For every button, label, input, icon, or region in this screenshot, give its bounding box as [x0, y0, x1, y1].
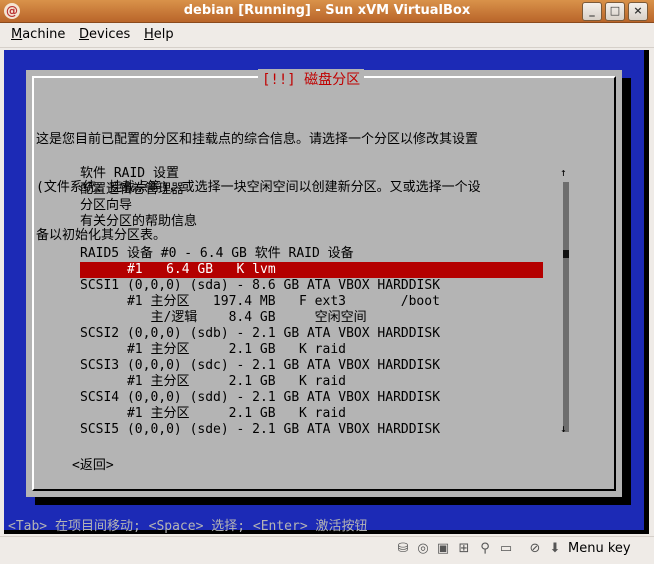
- capture-icon: ⬇: [549, 541, 561, 556]
- device-scsi3-sdc[interactable]: SCSI3 (0,0,0) (sdc) - 2.1 GB ATA VBOX HA…: [80, 358, 440, 374]
- menu-devices[interactable]: Devices: [79, 27, 130, 42]
- device-scsi4-sdd[interactable]: SCSI4 (0,0,0) (sdd) - 2.1 GB ATA VBOX HA…: [80, 390, 440, 406]
- free-space-sda[interactable]: 主/逻辑 8.4 GB 空闲空间: [80, 310, 366, 326]
- window-title: debian [Running] - Sun xVM VirtualBox: [183, 3, 471, 18]
- dialog-title: [!!] 磁盘分区: [258, 69, 365, 89]
- installer-background: [!!] 磁盘分区 这是您目前已配置的分区和挂载点的综合信息。请选择一个分区以修…: [4, 50, 644, 534]
- shared-folder-icon[interactable]: ▭: [498, 541, 514, 557]
- partition-sda1-boot[interactable]: #1 主分区 197.4 MB F ext3 /boot: [80, 294, 440, 310]
- window-titlebar[interactable]: @ debian [Running] - Sun xVM VirtualBox …: [0, 0, 654, 23]
- statusbar: ⛁ ◎ ▣ ⊞ ⚲ ▭ ⊘ ⬇ Menu key: [0, 536, 654, 564]
- keyboard-help-line: <Tab> 在项目间移动; <Space> 选择; <Enter> 激活按钮: [8, 519, 368, 534]
- menu-guided-partitioning[interactable]: 分区向导: [80, 198, 132, 214]
- scrollbar-thumb[interactable]: [563, 250, 569, 258]
- mouse-integration-icon[interactable]: ⊘: [527, 541, 543, 557]
- partition-sdb1-raid[interactable]: #1 主分区 2.1 GB K raid: [80, 342, 346, 358]
- scroll-down-arrow-icon[interactable]: ↓: [560, 422, 567, 435]
- partition-sdd1-raid[interactable]: #1 主分区 2.1 GB K raid: [80, 406, 346, 422]
- partition-dialog: [!!] 磁盘分区 这是您目前已配置的分区和挂载点的综合信息。请选择一个分区以修…: [26, 69, 622, 497]
- host-key-label: Menu key: [568, 541, 631, 556]
- close-button[interactable]: ×: [628, 2, 648, 21]
- menu-machine[interactable]: Machine: [11, 27, 65, 42]
- scroll-up-arrow-icon[interactable]: ↑: [560, 166, 567, 179]
- device-scsi5-sde[interactable]: SCSI5 (0,0,0) (sde) - 2.1 GB ATA VBOX HA…: [80, 422, 440, 438]
- minimize-button[interactable]: _: [582, 2, 602, 21]
- partition-sdc1-raid[interactable]: #1 主分区 2.1 GB K raid: [80, 374, 346, 390]
- description-line: 备以初始化其分区表。: [36, 228, 167, 243]
- menu-configure-lvm[interactable]: 配置逻辑卷管理器: [80, 182, 184, 198]
- menu-partition-help[interactable]: 有关分区的帮助信息: [80, 214, 197, 230]
- partition-raid5-1-selected[interactable]: #1 6.4 GB K lvm: [80, 262, 543, 278]
- usb-icon[interactable]: ⚲: [477, 541, 493, 557]
- menubar: Machine Devices Help: [0, 23, 654, 48]
- description-line: 这是您目前已配置的分区和挂载点的综合信息。请选择一个分区以修改其设置: [36, 132, 479, 147]
- cdrom-icon[interactable]: ◎: [415, 541, 431, 557]
- back-button[interactable]: <返回>: [72, 454, 114, 473]
- maximize-button[interactable]: □: [605, 2, 625, 21]
- device-raid5[interactable]: RAID5 设备 #0 - 6.4 GB 软件 RAID 设备: [80, 246, 354, 262]
- floppy-icon[interactable]: ▣: [435, 541, 451, 557]
- scrollbar-track[interactable]: [563, 182, 569, 432]
- vm-display[interactable]: [!!] 磁盘分区 这是您目前已配置的分区和挂载点的综合信息。请选择一个分区以修…: [4, 50, 649, 534]
- menu-help[interactable]: Help: [144, 27, 174, 42]
- menu-software-raid[interactable]: 软件 RAID 设置: [80, 166, 179, 182]
- device-scsi1-sda[interactable]: SCSI1 (0,0,0) (sda) - 8.6 GB ATA VBOX HA…: [80, 278, 440, 294]
- device-scsi2-sdb[interactable]: SCSI2 (0,0,0) (sdb) - 2.1 GB ATA VBOX HA…: [80, 326, 440, 342]
- network-icon[interactable]: ⊞: [456, 541, 472, 557]
- harddisk-icon[interactable]: ⛁: [395, 541, 411, 557]
